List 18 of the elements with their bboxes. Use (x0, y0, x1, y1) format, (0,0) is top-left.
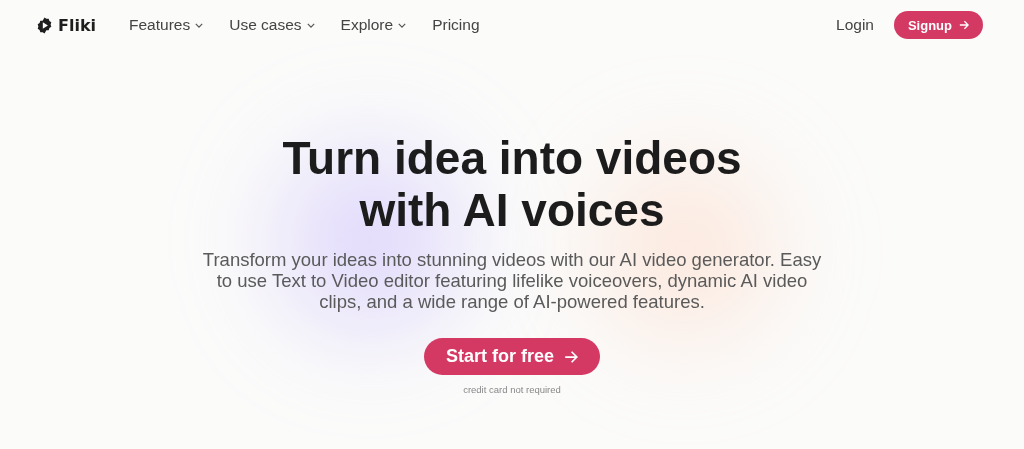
arrow-right-icon (959, 20, 969, 30)
nav-link[interactable]: Explore (340, 16, 407, 34)
hero-heading: with AI voices (359, 184, 665, 236)
signup-button[interactable]: Signup (893, 11, 983, 39)
note-text: credit card not required (463, 384, 561, 395)
login-link[interactable]: Login (836, 16, 874, 34)
logo-icon (36, 16, 53, 34)
logo-link[interactable]: Fliki (36, 15, 97, 35)
chevron-down-icon (306, 22, 315, 28)
hero-subtitle: Transform your ideas into stunning videos with our AI video generator. Easy to use Text to Video editor featuring lifelike voiceovers, dynamic AI video clips, and a wide range of AI-powered features. (202, 249, 822, 312)
chevron-down-icon (398, 22, 407, 28)
hero-heading: Turn idea into videos (282, 132, 742, 184)
start-button[interactable]: Start for free (424, 338, 600, 375)
nav-link[interactable]: Features (129, 16, 204, 34)
arrow-right-icon (564, 349, 578, 364)
chevron-down-icon (195, 22, 204, 28)
nav-link[interactable]: Pricing (432, 16, 480, 34)
nav-link[interactable]: Use cases (229, 16, 315, 34)
